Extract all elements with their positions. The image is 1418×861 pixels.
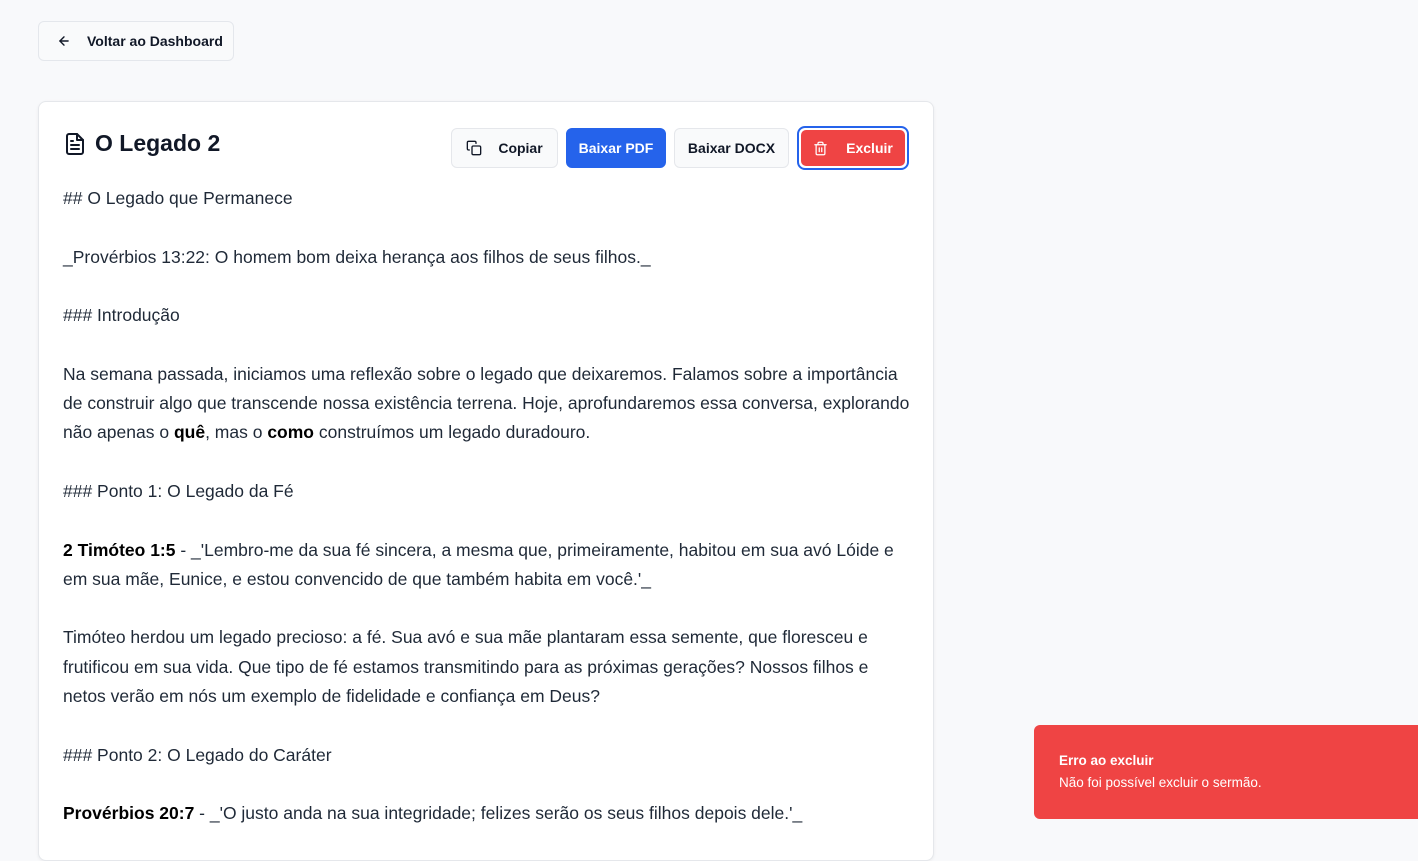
intro-paragraph: Na semana passada, iniciamos uma reflexã… [63,360,913,448]
point-2-reference: Provérbios 20:7 [63,803,195,824]
sermon-title: O Legado 2 [95,130,221,156]
section-point-2: ### Ponto 2: O Legado do Caráter [63,744,332,765]
file-text-icon [63,132,87,156]
download-pdf-label: Baixar PDF [578,140,654,156]
delete-button-focus-ring: Excluir [797,126,909,170]
intro-bold-como: como [267,422,314,443]
intro-verse: _Provérbios 13:22: O homem bom deixa her… [63,246,651,267]
download-pdf-button[interactable]: Baixar PDF [566,128,666,168]
copy-button[interactable]: Copiar [451,128,558,168]
intro-bold-que: quê [173,422,206,443]
intro-text-b: , mas o [205,422,268,443]
download-docx-label: Baixar DOCX [687,140,776,156]
point-2-verse: Provérbios 20:7 - _'O justo anda na sua … [63,799,913,828]
delete-button[interactable]: Excluir [801,130,905,166]
point-1-reference: 2 Timóteo 1:5 [63,539,176,560]
sermon-header: O Legado 2 [63,130,220,157]
sermon-card: O Legado 2 Copiar Baixar PDF Baixar DOCX… [38,101,934,861]
section-point-1: ### Ponto 1: O Legado da Fé [63,480,294,501]
sermon-content: ## O Legado que Permanece _Provérbios 13… [63,184,913,858]
sermon-actions: Copiar Baixar PDF Baixar DOCX Excluir [443,126,909,170]
toast-title: Erro ao excluir [1059,753,1154,768]
back-to-dashboard-label: Voltar ao Dashboard [87,33,223,49]
point-1-verse: 2 Timóteo 1:5 - _'Lembro-me da sua fé si… [63,536,913,595]
point-1-quote: - _'Lembro-me da sua fé sincera, a mesma… [63,539,894,589]
copy-button-label: Copiar [498,140,543,156]
arrow-left-icon [57,34,71,48]
error-toast[interactable]: Erro ao excluir Não foi possível excluir… [1034,725,1418,819]
download-docx-button[interactable]: Baixar DOCX [674,128,789,168]
sermon-heading: ## O Legado que Permanece [63,188,293,208]
copy-icon [466,140,482,156]
intro-text-c: construímos um legado duradouro. [314,422,591,443]
section-introduction: ### Introdução [63,305,180,326]
point-1-paragraph: Timóteo herdou um legado precioso: a fé.… [63,627,869,707]
delete-button-label: Excluir [846,140,893,156]
point-2-quote: - _'O justo anda na sua integridade; fel… [194,803,803,824]
back-to-dashboard-button[interactable]: Voltar ao Dashboard [38,21,234,61]
toast-description: Não foi possível excluir o sermão. [1059,775,1262,790]
trash-icon [813,141,828,156]
